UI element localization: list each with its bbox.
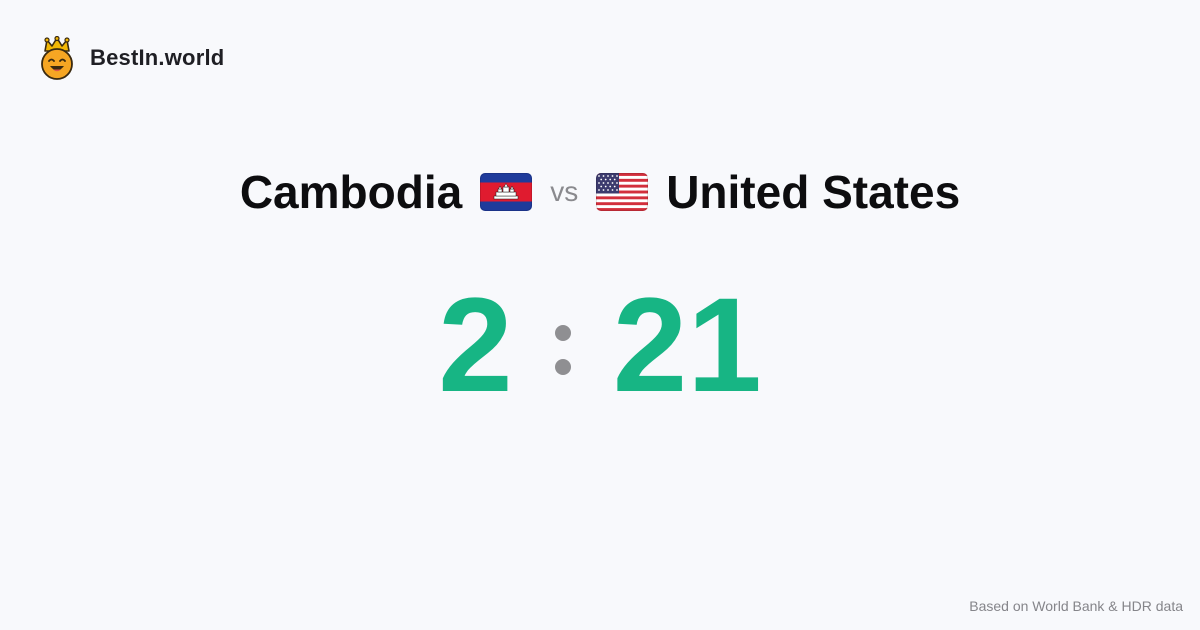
source-note: Based on World Bank & HDR data (969, 598, 1183, 614)
left-score: 2 (438, 271, 513, 420)
score: 2 21 (0, 276, 1200, 416)
left-country-name[interactable]: Cambodia (240, 169, 462, 215)
separator-dot-top (554, 325, 571, 341)
brand-name: BestIn.world (90, 45, 225, 70)
matchup-title: Cambodia vs United States (0, 160, 1200, 224)
separator-dot-bottom (554, 359, 571, 375)
brand[interactable]: BestIn.world (38, 36, 224, 80)
score-separator (554, 325, 571, 375)
crown-smiley-icon (41, 36, 73, 80)
cambodia-flag-icon (480, 173, 533, 211)
right-score: 21 (612, 271, 762, 420)
vs-label: vs (550, 176, 579, 207)
united-states-flag-icon (596, 173, 649, 211)
right-country-name[interactable]: United States (666, 169, 960, 215)
